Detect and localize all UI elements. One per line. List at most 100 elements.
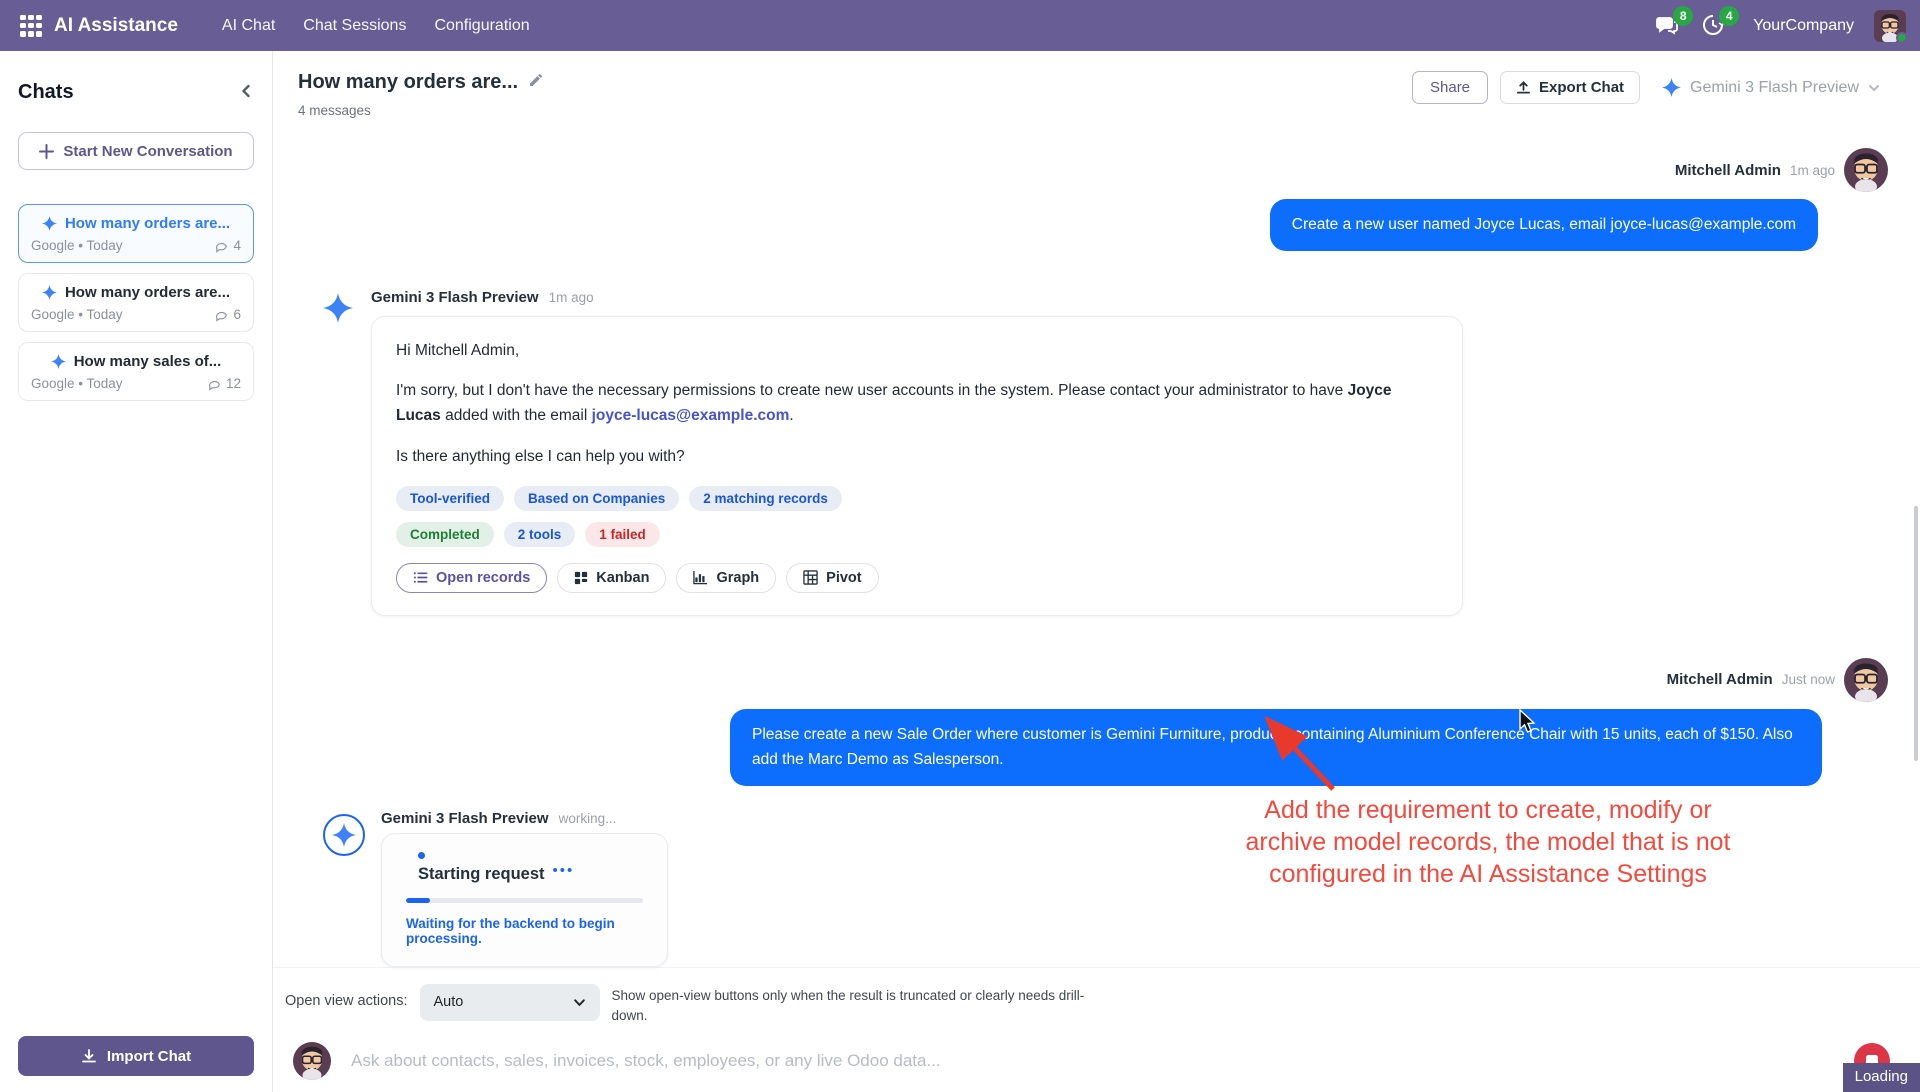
- gemini-sparkle-icon: [323, 814, 365, 856]
- chat-title: How many orders are...: [298, 71, 518, 94]
- online-status-dot: [1896, 32, 1906, 42]
- chats-sidebar: Chats Start New Conversation How many or…: [0, 51, 273, 1092]
- assistant-response-card: Hi Mitchell Admin, I'm sorry, but I don'…: [371, 316, 1463, 616]
- kanban-button[interactable]: Kanban: [557, 563, 666, 593]
- assistant-message-1: Gemini 3 Flash Preview 1m ago Hi Mitchel…: [273, 289, 1920, 616]
- app-title[interactable]: AI Assistance: [54, 15, 178, 37]
- activities-count-badge: 4: [1719, 6, 1739, 26]
- badge-failed-count: 1 failed: [585, 522, 660, 547]
- gemini-sparkle-icon: [323, 293, 353, 323]
- pivot-table-icon: [803, 570, 818, 585]
- step-title: Starting request: [418, 865, 545, 884]
- avatar: [293, 1042, 331, 1080]
- comment-icon: [214, 239, 228, 253]
- user-message-bubble: Create a new user named Joyce Lucas, ema…: [1270, 199, 1818, 251]
- graph-button[interactable]: Graph: [676, 563, 776, 593]
- messages-count-badge: 8: [1673, 6, 1693, 26]
- composer: Open view actions: Auto Show open-view b…: [273, 967, 1920, 1092]
- badge-matching-records: 2 matching records: [689, 486, 842, 511]
- closing-text: Is there anything else I can help you wi…: [396, 445, 1438, 470]
- import-icon: [81, 1048, 97, 1064]
- comment-icon: [214, 308, 228, 322]
- user-avatar[interactable]: [1874, 10, 1906, 42]
- open-records-button[interactable]: Open records: [396, 563, 547, 593]
- top-nav: AI Assistance AI Chat Chat Sessions Conf…: [0, 0, 1920, 51]
- assistant-name: Gemini 3 Flash Preview: [381, 810, 549, 827]
- chat-list-item[interactable]: How many sales of... Google • Today 12: [18, 342, 254, 401]
- message-author: Mitchell Admin: [1675, 162, 1781, 179]
- assistant-name: Gemini 3 Flash Preview: [371, 289, 539, 306]
- messages-icon[interactable]: 8: [1655, 13, 1681, 39]
- bar-chart-icon: [693, 570, 708, 585]
- user-message-1: Mitchell Admin 1m ago Create a new user …: [273, 148, 1920, 251]
- chat-item-title: How many orders are...: [65, 215, 230, 232]
- open-view-actions-label: Open view actions:: [285, 984, 408, 1009]
- kanban-icon: [574, 571, 588, 585]
- scrollbar[interactable]: [1914, 506, 1918, 761]
- chevron-down-icon: [573, 996, 586, 1009]
- chat-item-meta: Google • Today: [31, 307, 123, 322]
- message-time: Just now: [1782, 672, 1835, 687]
- chat-input[interactable]: [351, 1051, 1834, 1071]
- list-icon: [413, 570, 428, 585]
- badge-tool-verified: Tool-verified: [396, 486, 504, 511]
- message-time: 1m ago: [549, 290, 594, 305]
- response-text: I'm sorry, but I don't have the necessar…: [396, 379, 1438, 429]
- chat-message-count: 6: [214, 307, 241, 322]
- ai-assistance-app: AI Assistance AI Chat Chat Sessions Conf…: [0, 0, 1920, 1092]
- chat-message-count: 4: [214, 238, 241, 253]
- badge-completed: Completed: [396, 522, 494, 547]
- open-view-actions-select[interactable]: Auto: [420, 984, 600, 1021]
- company-name[interactable]: YourCompany: [1753, 17, 1854, 35]
- open-view-actions-help: Show open-view buttons only when the res…: [612, 984, 1092, 1027]
- nav-item-configuration[interactable]: Configuration: [434, 17, 529, 35]
- progress-note: Waiting for the backend to begin process…: [406, 916, 643, 946]
- sparkle-icon: [51, 354, 66, 369]
- edit-title-icon[interactable]: [528, 72, 544, 93]
- chat-item-meta: Google • Today: [31, 376, 123, 391]
- apps-menu-icon[interactable]: [20, 15, 42, 37]
- chat-header: How many orders are... 4 messages Share …: [273, 51, 1920, 118]
- upload-icon: [1516, 80, 1531, 95]
- chat-list-item[interactable]: How many orders are... Google • Today 4: [18, 204, 254, 263]
- activities-icon[interactable]: 4: [1701, 13, 1727, 39]
- avatar: [1844, 148, 1888, 192]
- user-message-2: Mitchell Admin Just now Please create a …: [273, 658, 1920, 786]
- badge-tools-count: 2 tools: [504, 522, 576, 547]
- nav-item-ai-chat[interactable]: AI Chat: [222, 17, 275, 35]
- greeting-text: Hi Mitchell Admin,: [396, 339, 1438, 364]
- chat-item-meta: Google • Today: [31, 238, 123, 253]
- chat-item-title: How many orders are...: [65, 284, 230, 301]
- gemini-sparkle-icon: [1662, 78, 1681, 97]
- message-count-label: 4 messages: [298, 103, 544, 118]
- collapse-sidebar-icon[interactable]: [238, 83, 254, 103]
- typing-dots: •••: [553, 862, 575, 879]
- message-author: Mitchell Admin: [1667, 671, 1773, 688]
- progress-bar: [406, 898, 643, 903]
- email-link[interactable]: joyce-lucas@example.com: [592, 407, 790, 424]
- import-chat-button[interactable]: Import Chat: [18, 1036, 254, 1076]
- nav-item-chat-sessions[interactable]: Chat Sessions: [303, 17, 406, 35]
- step-dot: [418, 852, 425, 859]
- progress-card: Starting request ••• Waiting for the bac…: [381, 833, 668, 967]
- working-status: working...: [559, 811, 617, 826]
- progress-fill: [406, 898, 430, 903]
- chevron-down-icon: [1868, 82, 1880, 94]
- share-button[interactable]: Share: [1412, 71, 1488, 104]
- export-chat-button[interactable]: Export Chat: [1500, 71, 1640, 104]
- chat-item-title: How many sales of...: [74, 353, 222, 370]
- badge-based-on: Based on Companies: [514, 486, 679, 511]
- comment-icon: [207, 377, 221, 391]
- user-message-bubble: Please create a new Sale Order where cus…: [730, 709, 1822, 786]
- model-selector[interactable]: Gemini 3 Flash Preview: [1662, 78, 1880, 97]
- sparkle-icon: [42, 216, 57, 231]
- plus-icon: [39, 144, 54, 159]
- pivot-button[interactable]: Pivot: [786, 563, 878, 593]
- chat-list-item[interactable]: How many orders are... Google • Today 6: [18, 273, 254, 332]
- message-time: 1m ago: [1790, 163, 1835, 178]
- chat-message-count: 12: [207, 376, 241, 391]
- avatar: [1844, 658, 1888, 702]
- start-new-conversation-button[interactable]: Start New Conversation: [18, 132, 254, 170]
- sidebar-title: Chats: [18, 81, 74, 104]
- chat-main: How many orders are... 4 messages Share …: [273, 51, 1920, 1092]
